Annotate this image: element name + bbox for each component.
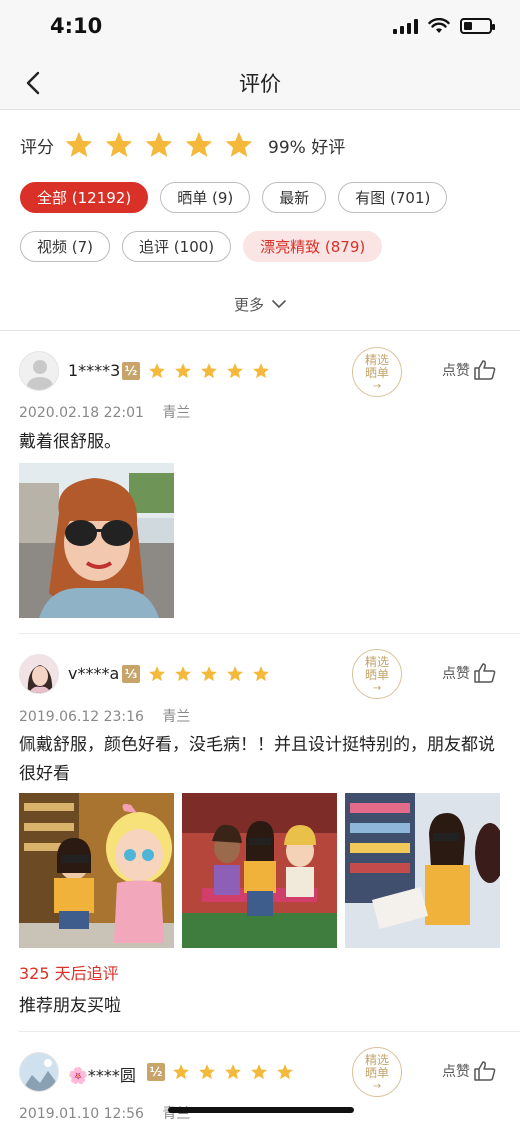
divider	[19, 1031, 520, 1032]
review-text: 戴着很舒服。	[19, 432, 121, 452]
positive-rate: 99% 好评	[268, 137, 346, 158]
star-icon	[65, 131, 93, 157]
wifi-icon	[428, 18, 450, 33]
like-label: 点赞	[442, 1064, 470, 1080]
default-avatar-icon	[26, 360, 54, 390]
review-stars	[148, 665, 270, 683]
nav-bar: 评价	[0, 56, 520, 110]
divider	[19, 633, 520, 634]
chevron-down-icon	[272, 300, 286, 309]
star-icon	[225, 131, 253, 157]
star-icon	[145, 131, 173, 157]
arrow-right-icon: →	[372, 381, 382, 392]
star-icon	[201, 666, 217, 682]
page-title: 评价	[239, 72, 281, 96]
like-button[interactable]: 点赞	[442, 663, 496, 683]
avatar[interactable]	[19, 1052, 59, 1092]
product-variant: 青兰	[162, 405, 191, 421]
followup-label: 325 天后追评	[19, 964, 119, 983]
star-icon	[173, 1064, 189, 1080]
review-date: 2019.01.10 12:56	[19, 1106, 144, 1122]
filter-chip-all[interactable]: 全部 (12192)	[20, 182, 149, 213]
filter-chips: 全部 (12192) 晒单 (9) 最新 有图 (701) 视频 (7) 追评 …	[20, 182, 510, 262]
review-meta: 2019.06.12 23:16 青兰	[19, 706, 190, 726]
star-icon	[253, 666, 269, 682]
star-icon	[105, 131, 133, 157]
like-label: 点赞	[442, 363, 470, 379]
review-date: 2020.02.18 22:01	[19, 405, 144, 421]
member-level-badge: ½	[147, 1063, 165, 1081]
more-label: 更多	[233, 296, 264, 314]
filter-chip-latest[interactable]: 最新	[262, 182, 327, 213]
status-bar: 4:10	[0, 0, 520, 56]
rating-summary: 评分 99% 好评	[20, 130, 345, 160]
rating-stars	[64, 130, 264, 160]
filter-chip-followup[interactable]: 追评 (100)	[122, 231, 232, 262]
home-indicator[interactable]	[168, 1107, 354, 1113]
status-time: 4:10	[50, 14, 103, 38]
username: 🌸****圆	[68, 1066, 136, 1085]
filter-chip-with-photos[interactable]: 有图 (701)	[338, 182, 448, 213]
like-label: 点赞	[442, 666, 470, 682]
thumbs-up-icon	[474, 1061, 496, 1081]
status-icons	[393, 18, 495, 34]
review-stars	[148, 362, 270, 380]
filter-chip-video[interactable]: 视频 (7)	[20, 231, 111, 262]
thumbs-up-icon	[474, 663, 496, 683]
star-icon	[175, 666, 191, 682]
star-icon	[227, 363, 243, 379]
followup-text: 推荐朋友买啦	[19, 996, 121, 1016]
rating-label: 评分	[20, 137, 54, 158]
star-icon	[201, 363, 217, 379]
star-icon	[251, 1064, 267, 1080]
username: v****a	[68, 664, 120, 683]
star-icon	[199, 1064, 215, 1080]
thumbs-up-icon	[474, 360, 496, 380]
like-button[interactable]: 点赞	[442, 1061, 496, 1081]
star-icon	[277, 1064, 293, 1080]
star-icon	[149, 363, 165, 379]
product-variant: 青兰	[162, 709, 191, 725]
review-text: 佩戴舒服，颜色好看，没毛病！！并且设计挺特别的，朋友都说很好看	[19, 735, 495, 784]
star-icon	[175, 363, 191, 379]
star-icon	[149, 666, 165, 682]
filter-chip-showcase[interactable]: 晒单 (9)	[160, 182, 251, 213]
review-date: 2019.06.12 23:16	[19, 709, 144, 725]
review-meta: 2019.01.10 12:56 青兰	[19, 1103, 190, 1123]
like-button[interactable]: 点赞	[442, 360, 496, 380]
member-level-badge: ⅓	[122, 665, 140, 683]
review-meta: 2020.02.18 22:01 青兰	[19, 402, 190, 422]
review-photo[interactable]	[345, 793, 500, 948]
avatar[interactable]	[19, 654, 59, 694]
more-button[interactable]: 更多	[0, 294, 520, 315]
divider	[0, 330, 520, 331]
arrow-right-icon: →	[372, 1081, 382, 1092]
member-level-badge: ½	[122, 362, 140, 380]
username: 1****3	[68, 361, 121, 380]
featured-showcase-badge: 精选 晒单 →	[352, 649, 402, 699]
review-photo[interactable]	[182, 793, 337, 948]
review-photo[interactable]	[19, 793, 174, 948]
star-icon	[227, 666, 243, 682]
review-stars	[172, 1063, 294, 1081]
review-photo[interactable]	[19, 463, 174, 618]
battery-icon	[460, 18, 495, 34]
badge-line2: 晒单	[364, 1066, 389, 1080]
badge-line2: 晒单	[364, 668, 389, 682]
featured-showcase-badge: 精选 晒单 →	[352, 347, 402, 397]
avatar[interactable]	[19, 351, 59, 391]
filter-chip-tag[interactable]: 漂亮精致 (879)	[243, 231, 383, 262]
star-icon	[253, 363, 269, 379]
star-icon	[185, 131, 213, 157]
cellular-signal-icon	[393, 18, 418, 34]
featured-showcase-badge: 精选 晒单 →	[352, 1047, 402, 1097]
arrow-right-icon: →	[372, 683, 382, 694]
badge-line2: 晒单	[364, 366, 389, 380]
star-icon	[225, 1064, 241, 1080]
